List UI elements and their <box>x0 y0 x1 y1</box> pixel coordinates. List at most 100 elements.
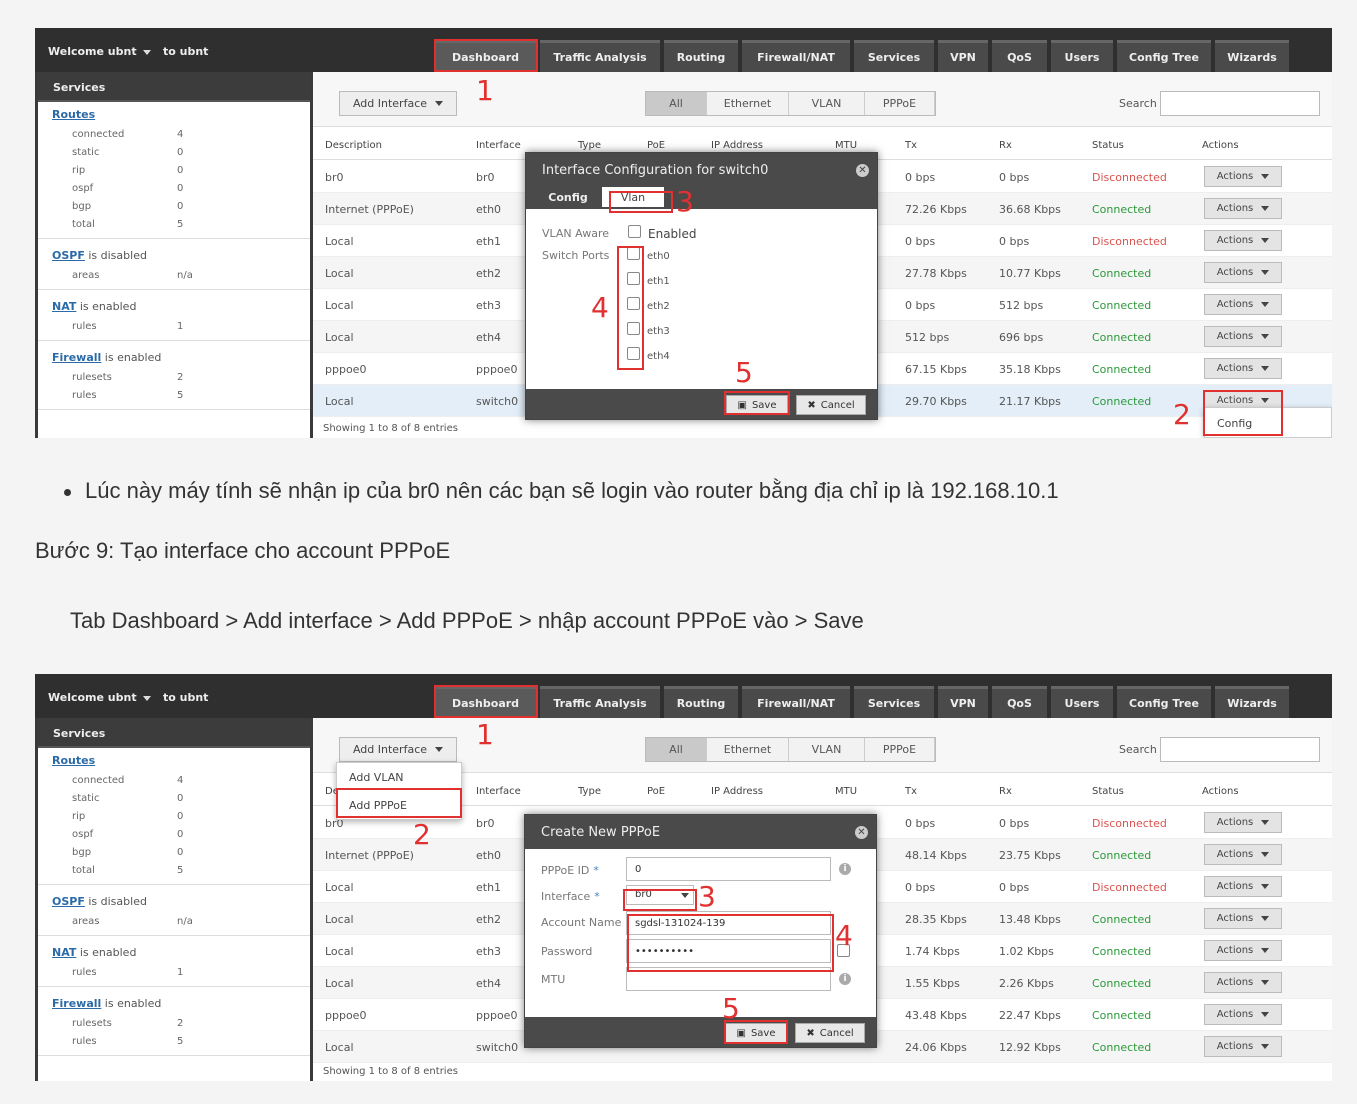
filter-pppoe[interactable]: PPPoE <box>865 738 935 761</box>
add-interface-button[interactable]: Add Interface <box>339 91 457 116</box>
column-header[interactable]: IP Address <box>711 786 763 797</box>
route-stat-value: 4 <box>177 128 184 140</box>
tab-vpn[interactable]: VPN <box>938 40 988 72</box>
fw-link[interactable]: Firewall <box>52 997 101 1010</box>
filter-ethernet[interactable]: Ethernet <box>707 738 789 761</box>
actions-button[interactable]: Actions <box>1204 908 1282 929</box>
column-header[interactable]: Tx <box>905 140 917 151</box>
close-icon[interactable]: ✕ <box>855 826 868 839</box>
nat-link[interactable]: NAT <box>52 300 76 313</box>
filter-ethernet[interactable]: Ethernet <box>707 92 789 115</box>
tab-users[interactable]: Users <box>1051 40 1113 72</box>
actions-button[interactable]: Actions <box>1204 294 1282 315</box>
tab-routing[interactable]: Routing <box>664 686 738 718</box>
tab-traffic-analysis[interactable]: Traffic Analysis <box>540 686 660 718</box>
actions-button[interactable]: Actions <box>1204 940 1282 961</box>
column-header[interactable]: Interface <box>476 786 521 797</box>
tab-firewall-nat[interactable]: Firewall/NAT <box>742 686 850 718</box>
actions-button[interactable]: Actions <box>1204 972 1282 993</box>
nat-link[interactable]: NAT <box>52 946 76 959</box>
column-header[interactable]: MTU <box>835 140 857 151</box>
password-label-text: Password <box>541 945 593 958</box>
column-header[interactable]: Actions <box>1202 786 1239 797</box>
menu-item-add-vlan[interactable]: Add VLAN <box>337 763 461 791</box>
actions-button[interactable]: Actions <box>1204 166 1282 187</box>
tab-qos[interactable]: QoS <box>992 686 1047 718</box>
vlan-aware-checkbox[interactable] <box>628 225 641 238</box>
step-marker: 3 <box>676 185 694 218</box>
actions-button[interactable]: Actions <box>1204 198 1282 219</box>
column-header[interactable]: Description <box>325 140 382 151</box>
column-header[interactable]: Rx <box>999 140 1012 151</box>
tab-users[interactable]: Users <box>1051 686 1113 718</box>
filter-all[interactable]: All <box>646 738 707 761</box>
column-header[interactable]: PoE <box>647 140 665 151</box>
route-stat-value: 5 <box>177 864 184 876</box>
routes-link[interactable]: Routes <box>52 108 310 121</box>
tab-qos[interactable]: QoS <box>992 40 1047 72</box>
column-header[interactable]: Status <box>1092 786 1124 797</box>
user-label: to ubnt <box>163 45 209 58</box>
close-icon[interactable]: ✕ <box>856 164 869 177</box>
search-input[interactable] <box>1160 737 1320 762</box>
actions-button[interactable]: Actions <box>1204 844 1282 865</box>
column-header[interactable]: MTU <box>835 786 857 797</box>
welcome-menu[interactable]: Welcome ubnt <box>48 691 151 704</box>
port-label: eth0 <box>647 251 670 262</box>
column-header[interactable]: Type <box>578 140 601 151</box>
filter-all[interactable]: All <box>646 92 707 115</box>
tab-services[interactable]: Services <box>854 686 934 718</box>
actions-label: Actions <box>1216 235 1254 246</box>
search-input[interactable] <box>1160 91 1320 116</box>
chevron-down-icon <box>1261 820 1270 825</box>
ospf-link[interactable]: OSPF <box>52 895 85 908</box>
actions-button[interactable]: Actions <box>1204 876 1282 897</box>
column-header[interactable]: PoE <box>647 786 665 797</box>
actions-button[interactable]: Actions <box>1204 230 1282 251</box>
cell-status: Connected <box>1092 363 1152 376</box>
cancel-button[interactable]: ✖ Cancel <box>795 1023 865 1043</box>
fw-link[interactable]: Firewall <box>52 351 101 364</box>
welcome-menu[interactable]: Welcome ubnt <box>48 45 151 58</box>
tab-config[interactable]: Config <box>540 187 596 207</box>
column-header[interactable]: IP Address <box>711 140 763 151</box>
column-header[interactable]: Type <box>578 786 601 797</box>
filter-pppoe[interactable]: PPPoE <box>865 92 935 115</box>
chevron-down-icon <box>1261 948 1270 953</box>
actions-button[interactable]: Actions <box>1204 1036 1282 1057</box>
route-stat-row: connected 4 <box>52 771 310 789</box>
column-header[interactable]: Status <box>1092 140 1124 151</box>
route-stat-value: 0 <box>177 828 184 840</box>
ospf-link[interactable]: OSPF <box>52 249 85 262</box>
tab-config-tree[interactable]: Config Tree <box>1117 686 1211 718</box>
step-marker: 1 <box>476 74 494 107</box>
tab-vpn[interactable]: VPN <box>938 686 988 718</box>
tab-routing[interactable]: Routing <box>664 40 738 72</box>
route-stat-value: 0 <box>177 846 184 858</box>
add-interface-button[interactable]: Add Interface <box>339 737 457 762</box>
actions-button[interactable]: Actions <box>1204 262 1282 283</box>
column-header[interactable]: Tx <box>905 786 917 797</box>
column-header[interactable]: Actions <box>1202 140 1239 151</box>
tab-traffic-analysis[interactable]: Traffic Analysis <box>540 40 660 72</box>
filter-vlan[interactable]: VLAN <box>789 738 865 761</box>
column-header[interactable]: Interface <box>476 140 521 151</box>
ospf-header: OSPF is disabled <box>52 249 310 262</box>
tab-config-tree[interactable]: Config Tree <box>1117 40 1211 72</box>
tab-firewall-nat[interactable]: Firewall/NAT <box>742 40 850 72</box>
cell-tx: 29.70 Kbps <box>905 395 967 408</box>
tab-wizards[interactable]: Wizards <box>1215 686 1289 718</box>
route-stat-row: bgp 0 <box>52 843 310 861</box>
highlight-box <box>434 685 538 718</box>
tab-wizards[interactable]: Wizards <box>1215 40 1289 72</box>
routes-link[interactable]: Routes <box>52 754 310 767</box>
actions-button[interactable]: Actions <box>1204 812 1282 833</box>
column-header[interactable]: Rx <box>999 786 1012 797</box>
actions-button[interactable]: Actions <box>1204 326 1282 347</box>
actions-button[interactable]: Actions <box>1204 358 1282 379</box>
tab-services[interactable]: Services <box>854 40 934 72</box>
actions-button[interactable]: Actions <box>1204 1004 1282 1025</box>
cancel-button[interactable]: ✖ Cancel <box>796 395 866 415</box>
pppoe-id-field[interactable]: 0 <box>626 857 831 881</box>
filter-vlan[interactable]: VLAN <box>789 92 865 115</box>
